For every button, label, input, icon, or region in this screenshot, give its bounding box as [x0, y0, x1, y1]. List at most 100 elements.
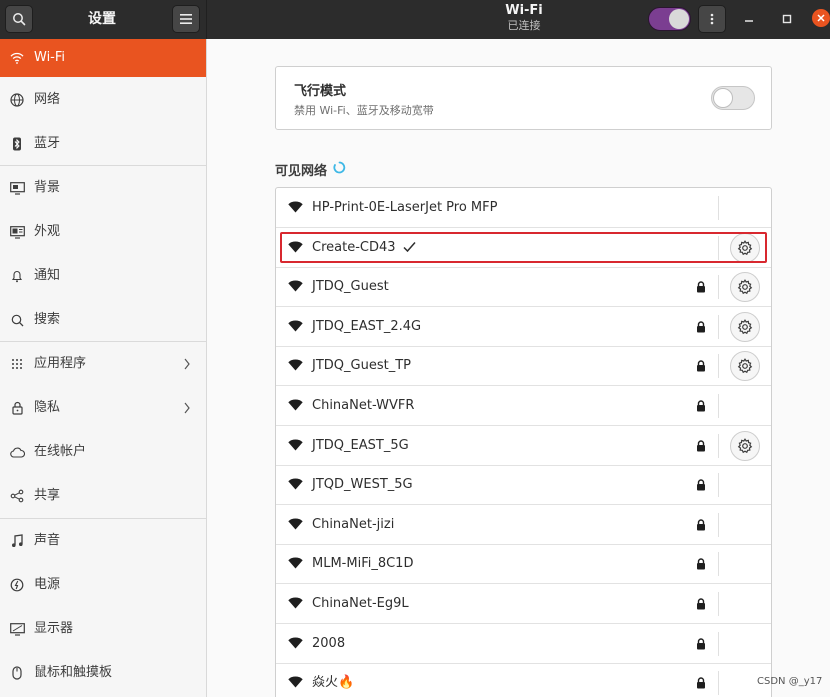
network-settings-button[interactable] [730, 351, 760, 382]
lock-icon [9, 400, 25, 416]
lock-icon [696, 558, 706, 570]
sidebar-item-background[interactable]: 背景 [0, 169, 206, 207]
background-icon [9, 180, 25, 196]
network-settings-button[interactable] [730, 430, 760, 461]
close-icon [817, 14, 825, 22]
appearance-icon [9, 224, 25, 240]
network-name: 2008 [312, 635, 346, 651]
bluetooth-icon [9, 136, 25, 152]
sidebar-header: 设置 [0, 0, 207, 39]
airplane-mode-toggle[interactable] [711, 86, 755, 110]
display-icon [9, 621, 25, 637]
sidebar-item-appearance[interactable]: 外观 [0, 213, 206, 251]
network-row[interactable]: ChinaNet-WVFR [276, 386, 771, 426]
sidebar-item-displays[interactable]: 显示器 [0, 610, 206, 648]
lock-icon [696, 321, 706, 333]
network-name: 焱火🔥 [312, 675, 355, 691]
sidebar-item-network[interactable]: 网络 [0, 81, 206, 119]
kebab-menu-icon [710, 13, 714, 25]
row-divider [718, 631, 719, 656]
network-name: JTDQ_Guest [312, 279, 389, 295]
wifi-signal-icon [288, 439, 303, 451]
sidebar-item-label: 蓝牙 [34, 136, 61, 151]
sidebar-item-search[interactable]: 搜索 [0, 301, 206, 339]
network-name: ChinaNet-Eg9L [312, 596, 409, 611]
sidebar-item-label: 通知 [34, 268, 61, 283]
lock-icon [696, 439, 706, 452]
sidebar-item-online-accounts[interactable]: 在线帐户 [0, 433, 206, 471]
row-divider [718, 314, 719, 339]
network-row[interactable]: JTDQ_Guest [276, 267, 771, 308]
airplane-mode-title: 飞行模式 [294, 84, 347, 99]
sidebar-item-label: 搜索 [34, 312, 61, 327]
row-divider [718, 473, 719, 498]
sidebar-item-sound[interactable]: 声音 [0, 522, 206, 560]
wifi-signal-icon [288, 478, 303, 490]
loading-spinner-icon [333, 161, 346, 174]
network-row[interactable]: JTQD_WEST_5G [276, 465, 771, 506]
sidebar-item-applications[interactable]: 应用程序 [0, 345, 206, 383]
settings-title: 设置 [88, 11, 116, 27]
mouse-icon [9, 665, 25, 681]
row-divider [718, 592, 719, 616]
network-row[interactable]: ChinaNet-Eg9L [276, 584, 771, 624]
sidebar-item-sharing[interactable]: 共享 [0, 477, 206, 515]
cloud-icon [9, 444, 25, 460]
wifi-signal-icon [288, 280, 303, 292]
sidebar-item-label: 隐私 [34, 400, 61, 415]
connection-status: 已连接 [507, 19, 541, 32]
maximize-button[interactable] [778, 10, 796, 28]
minimize-button[interactable] [740, 10, 758, 28]
network-name: JTDQ_Guest_TP [312, 358, 411, 374]
network-row[interactable]: JTDQ_EAST_5G [276, 426, 771, 466]
network-row[interactable]: HP-Print-0E-LaserJet Pro MFP [276, 188, 771, 228]
sidebar-item-label: 外观 [34, 224, 61, 239]
music-note-icon [9, 533, 25, 549]
sidebar-item-label: 背景 [34, 180, 61, 195]
network-row[interactable]: ChinaNet-jizi [276, 505, 771, 545]
search-icon [9, 312, 25, 328]
network-settings-button[interactable] [730, 311, 760, 342]
sidebar-item-power[interactable]: 电源 [0, 566, 206, 604]
network-row[interactable]: JTDQ_EAST_2.4G [276, 307, 771, 347]
gear-icon [737, 279, 753, 295]
wifi-icon [9, 50, 25, 66]
sidebar-item-mouse-touchpad[interactable]: 鼠标和触摸板 [0, 654, 206, 692]
sidebar-divider [0, 165, 206, 166]
wifi-signal-icon [288, 676, 303, 688]
menu-button[interactable] [172, 5, 200, 33]
network-name: HP-Print-0E-LaserJet Pro MFP [312, 200, 498, 215]
lock-icon [696, 637, 706, 650]
sidebar-item-wifi[interactable]: Wi-Fi [0, 39, 206, 77]
sidebar-divider [0, 518, 206, 519]
network-settings-button[interactable] [730, 272, 760, 303]
network-row[interactable]: 2008 [276, 624, 771, 664]
gear-icon [737, 437, 753, 453]
search-icon [13, 13, 26, 26]
network-row[interactable]: JTDQ_Guest_TP [276, 346, 771, 387]
network-name: ChinaNet-jizi [312, 516, 395, 532]
share-icon [9, 488, 25, 504]
chevron-right-icon [184, 402, 190, 414]
network-name: JTQD_WEST_5G [312, 477, 413, 493]
network-name: MLM-MiFi_8C1D [312, 556, 414, 572]
network-row[interactable]: 焱火🔥 [276, 663, 771, 697]
network-row[interactable]: MLM-MiFi_8C1D [276, 544, 771, 585]
lock-icon [696, 519, 706, 531]
more-options-button[interactable] [698, 5, 726, 33]
sidebar-item-label: 鼠标和触摸板 [34, 665, 113, 680]
wifi-toggle[interactable] [648, 7, 691, 31]
hamburger-icon [180, 14, 192, 24]
search-button[interactable] [5, 5, 33, 33]
sidebar-item-bluetooth[interactable]: 蓝牙 [0, 125, 206, 163]
sidebar-item-notifications[interactable]: 通知 [0, 257, 206, 295]
lock-icon [696, 281, 706, 293]
sidebar-item-privacy[interactable]: 隐私 [0, 389, 206, 427]
toggle-knob [713, 88, 733, 108]
close-button[interactable] [812, 9, 830, 27]
wifi-signal-icon [288, 399, 303, 411]
lock-icon [696, 598, 706, 610]
lock-icon [696, 677, 706, 689]
network-name: JTDQ_EAST_2.4G [312, 318, 422, 334]
row-divider [718, 354, 719, 379]
